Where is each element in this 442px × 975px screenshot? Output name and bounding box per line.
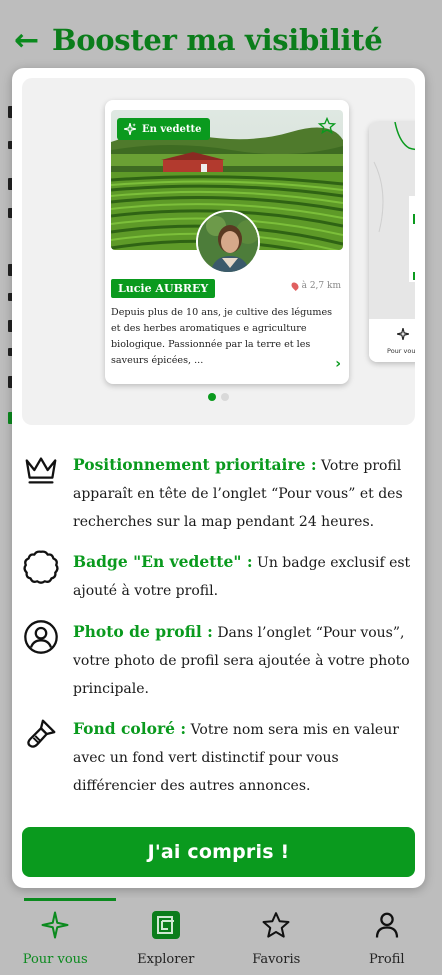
favorite-star-icon[interactable] (317, 116, 337, 136)
paintbrush-icon (27, 719, 56, 749)
benefit-badge: Badge "En vedette" : Un badge exclusif e… (22, 548, 417, 606)
nav-item-pour-vous[interactable]: Pour vous (0, 898, 116, 975)
chevron-right-icon[interactable]: › (335, 356, 341, 372)
benefits-list: Positionnement prioritaire : Votre profi… (22, 451, 417, 813)
nav-label: Pour vous (22, 952, 88, 967)
carousel-pagination (22, 393, 415, 401)
mini-bottom-nav: Pour vous (369, 319, 415, 362)
sparkle-icon (41, 911, 69, 939)
nav-item-profil[interactable]: Profil (332, 898, 442, 975)
featured-badge: En vedette (117, 118, 210, 140)
distance-value: à 2,7 km (301, 281, 341, 291)
profile-circle-icon (24, 620, 58, 654)
location-pin-icon (289, 281, 300, 291)
bottom-nav: Pour vous Explorer Favoris Profil (0, 898, 442, 975)
distance-label: à 2,7 km (289, 281, 341, 291)
star-icon (262, 912, 290, 938)
preview-map-card[interactable]: Pour vous (369, 122, 415, 362)
featured-badge-label: En vedette (142, 123, 202, 135)
benefit-priority: Positionnement prioritaire : Votre profi… (22, 451, 417, 536)
person-icon (375, 912, 398, 938)
profile-description: Depuis plus de 10 ans, je cultive des lé… (111, 307, 333, 366)
badge-icon (23, 550, 59, 585)
benefit-title: Fond coloré : (73, 719, 187, 739)
nav-label: Profil (368, 952, 405, 967)
mini-nav-label: Pour vous (387, 347, 415, 355)
preview-profile-card[interactable]: En vedette Lucie AUBREY à 2,7 km Depuis … (105, 100, 349, 384)
active-tab-indicator (24, 898, 116, 901)
nav-label: Favoris (252, 952, 301, 967)
avatar (196, 210, 260, 274)
benefit-background: Fond coloré : Votre nom sera mis en vale… (22, 715, 417, 800)
page-title: Booster ma visibilité (52, 23, 383, 57)
nav-item-explorer[interactable]: Explorer (111, 898, 222, 975)
nav-label: Explorer (137, 952, 195, 967)
crown-icon (25, 457, 57, 484)
preview-carousel[interactable]: En vedette Lucie AUBREY à 2,7 km Depuis … (22, 78, 415, 425)
benefit-title: Badge "En vedette" : (73, 552, 253, 572)
explorer-icon (151, 911, 180, 939)
understood-button[interactable]: J'ai compris ! (22, 827, 415, 877)
carousel-dot-active[interactable] (208, 393, 216, 401)
benefit-photo: Photo de profil : Dans l’onglet “Pour vo… (22, 618, 417, 703)
boost-info-modal: En vedette Lucie AUBREY à 2,7 km Depuis … (12, 68, 425, 888)
sparkle-icon (397, 328, 409, 340)
carousel-dot[interactable] (221, 393, 229, 401)
sparkle-icon (124, 123, 136, 135)
map-thumbnail (369, 122, 415, 319)
benefit-title: Positionnement prioritaire : (73, 455, 317, 474)
benefit-title: Photo de profil : (73, 621, 213, 641)
nav-item-favoris[interactable]: Favoris (221, 898, 332, 975)
back-arrow-icon[interactable]: ← (14, 23, 46, 58)
profile-name-tag: Lucie AUBREY (111, 279, 216, 298)
